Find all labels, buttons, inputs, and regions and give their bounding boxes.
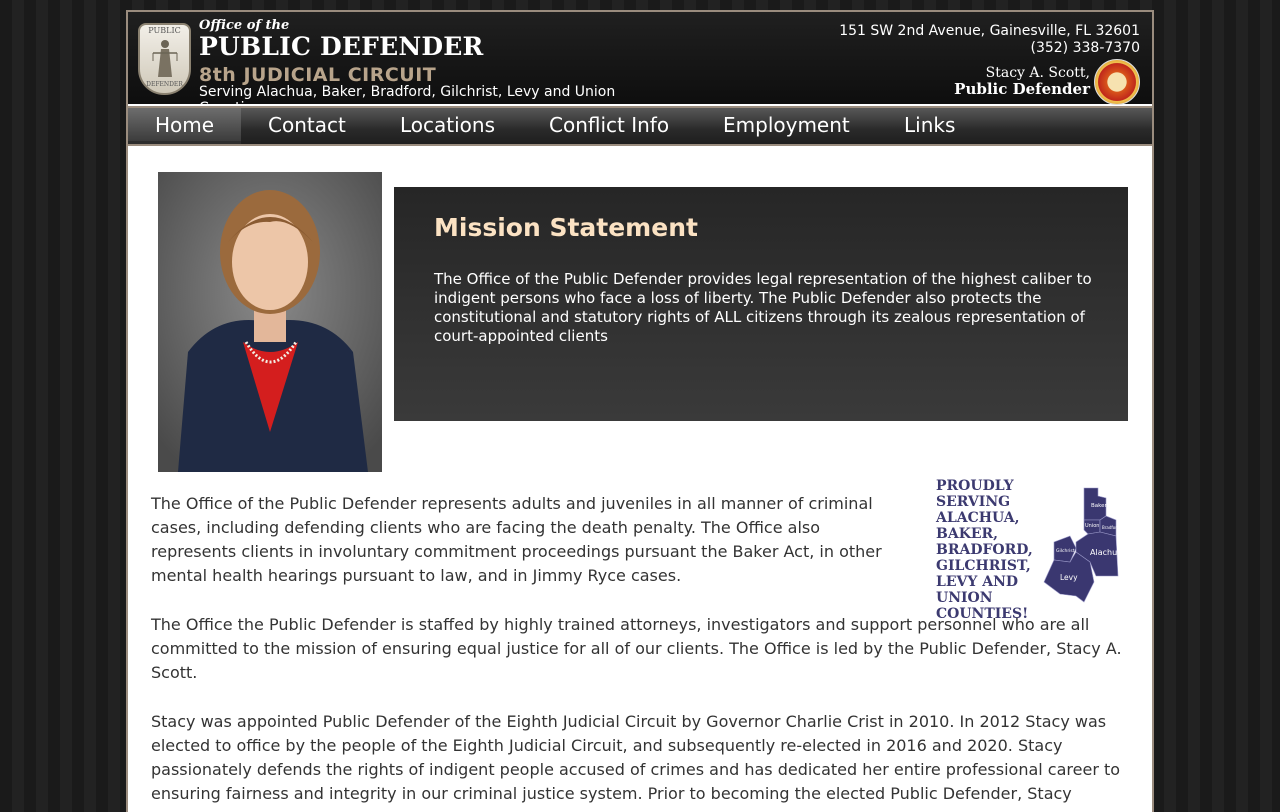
body-paragraph-staff: The Office the Public Defender is staffe… <box>151 615 1122 682</box>
pd-title: Public Defender <box>954 80 1090 98</box>
nav-conflict-info[interactable]: Conflict Info <box>522 108 696 144</box>
contact-block: 151 SW 2nd Avenue, Gainesville, FL 32601… <box>839 23 1140 57</box>
site-header: PUBLIC DEFENDER Office of the PUBLIC DEF… <box>128 12 1152 116</box>
mission-statement-panel: Mission Statement The Office of the Publ… <box>394 187 1128 421</box>
map-label-union: Union <box>1085 523 1099 529</box>
nav-employment[interactable]: Employment <box>696 108 877 144</box>
main-nav: Home Contact Locations Conflict Info Emp… <box>128 106 1152 146</box>
map-label-gilchrist: Gilchrist <box>1056 548 1075 554</box>
public-defender-name-block: Stacy A. Scott, Public Defender <box>954 65 1090 98</box>
office-of-label: Office of the <box>199 18 290 33</box>
seal-text-top: PUBLIC <box>148 26 181 35</box>
page-frame: PUBLIC DEFENDER Office of the PUBLIC DEF… <box>126 10 1154 812</box>
nav-contact[interactable]: Contact <box>241 108 373 144</box>
justice-figure-icon <box>152 40 178 77</box>
site-title[interactable]: PUBLIC DEFENDER <box>199 32 484 61</box>
public-defender-portrait <box>158 172 382 472</box>
seal-text-bottom: DEFENDER <box>146 81 183 88</box>
mission-text: The Office of the Public Defender provid… <box>434 270 1092 345</box>
pd-name: Stacy A. Scott, <box>985 65 1090 81</box>
map-label-levy: Levy <box>1060 573 1078 582</box>
counties-map-icon: Baker Union Bradford Gilchrist Alachua L… <box>1043 487 1120 603</box>
address-text: 151 SW 2nd Avenue, Gainesville, FL 32601 <box>839 23 1140 39</box>
florida-seal-icon <box>1094 59 1140 105</box>
map-label-baker: Baker <box>1091 503 1108 509</box>
mission-heading: Mission Statement <box>434 213 698 242</box>
map-label-alachua: Alachua <box>1090 548 1120 557</box>
public-defender-seal-logo[interactable]: PUBLIC DEFENDER <box>138 23 191 95</box>
body-paragraph-services: The Office of the Public Defender repres… <box>151 494 882 585</box>
nav-links[interactable]: Links <box>877 108 982 144</box>
proudly-serving-banner: PROUDLY SERVING ALACHUA, BAKER, BRADFORD… <box>936 478 1033 622</box>
phone-text: (352) 338-7370 <box>1030 40 1141 56</box>
body-paragraph-biography: Stacy was appointed Public Defender of t… <box>151 712 1121 803</box>
map-label-bradford: Bradford <box>1102 525 1120 530</box>
nav-home[interactable]: Home <box>128 108 242 144</box>
nav-locations[interactable]: Locations <box>373 108 522 144</box>
circuit-label: 8th JUDICIAL CIRCUIT <box>199 64 437 86</box>
